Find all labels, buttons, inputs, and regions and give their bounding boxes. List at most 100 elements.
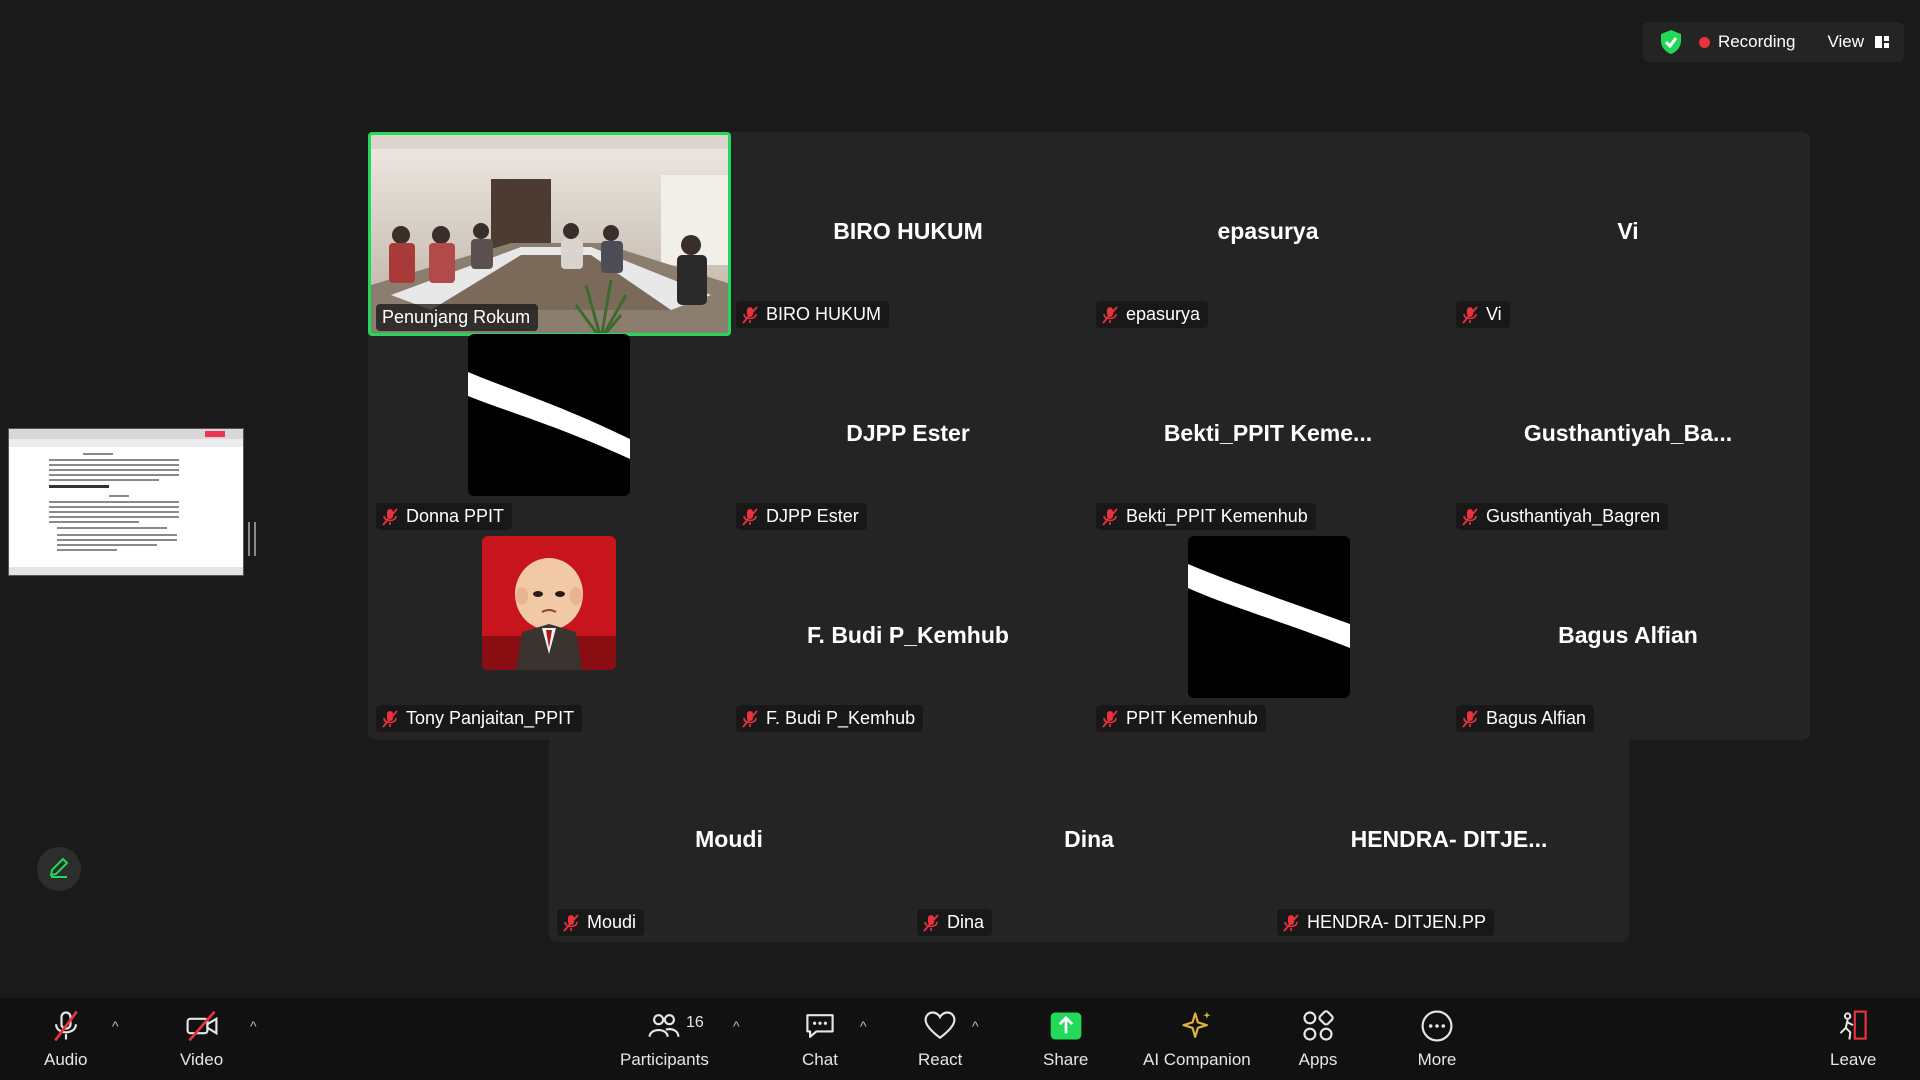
view-button[interactable]: View: [1827, 32, 1890, 52]
meeting-toolbar: Audio ^ Video ^ Participants 16 ^ Chat ^…: [0, 998, 1920, 1080]
mic-muted-icon: [742, 305, 758, 324]
participant-tile[interactable]: Vi Vi: [1448, 132, 1808, 334]
participant-display-name: epasurya: [1217, 218, 1319, 244]
participant-tile[interactable]: Penunjang Rokum: [368, 132, 731, 336]
participant-name-label: Penunjang Rokum: [376, 304, 539, 331]
recording-indicator[interactable]: Recording: [1698, 32, 1796, 52]
react-options-caret-icon[interactable]: ^: [972, 1018, 979, 1034]
ai-companion-button[interactable]: AI Companion: [1143, 1006, 1251, 1076]
avatar: [1188, 536, 1350, 698]
mic-muted-icon: [1462, 507, 1478, 526]
participant-name-label: PPIT Kemenhub: [1096, 705, 1266, 732]
more-label: More: [1417, 1050, 1457, 1069]
leave-label: Leave: [1830, 1050, 1877, 1069]
meeting-top-bar: Recording View: [1642, 22, 1904, 62]
participants-options-caret-icon[interactable]: ^: [733, 1018, 740, 1034]
participants-label: Participants: [620, 1050, 709, 1069]
apps-label: Apps: [1298, 1050, 1338, 1069]
audio-button[interactable]: Audio: [44, 1006, 87, 1076]
video-button[interactable]: Video: [180, 1006, 223, 1076]
participant-display-name: Bekti_PPIT Keme...: [1163, 420, 1373, 446]
participant-display-name: F. Budi P_Kemhub: [807, 622, 1009, 648]
participant-tile[interactable]: Bekti_PPIT Keme... Bekti_PPIT Kemenhub: [1088, 334, 1448, 536]
participant-display-name: Vi: [1617, 218, 1639, 244]
apps-icon: [1298, 1006, 1338, 1046]
leave-icon: [1833, 1006, 1873, 1046]
participant-name-label: BIRO HUKUM: [736, 301, 890, 328]
participant-tile[interactable]: Donna PPIT: [368, 334, 728, 536]
mic-muted-icon: [742, 709, 758, 728]
mic-muted-icon: [563, 913, 579, 932]
ai-companion-label: AI Companion: [1143, 1050, 1251, 1069]
participant-display-name: BIRO HUKUM: [833, 218, 983, 244]
video-label: Video: [180, 1050, 224, 1069]
heart-icon: [920, 1006, 960, 1046]
participant-tile[interactable]: PPIT Kemenhub: [1088, 536, 1448, 738]
sparkle-icon: [1177, 1006, 1217, 1046]
participant-tile[interactable]: epasurya epasurya: [1088, 132, 1448, 334]
gallery-grid-icon: [1874, 34, 1890, 50]
video-gallery-last-row: Moudi Moudi Dina Dina HENDRA- DITJE... H…: [549, 740, 1629, 942]
audio-label: Audio: [44, 1050, 88, 1069]
recording-dot-icon: [1698, 36, 1710, 48]
chat-options-caret-icon[interactable]: ^: [860, 1018, 867, 1034]
participant-tile[interactable]: BIRO HUKUM BIRO HUKUM: [728, 132, 1088, 334]
participant-name-label: F. Budi P_Kemhub: [736, 705, 924, 732]
mic-muted-icon: [1462, 709, 1478, 728]
video-gallery: Penunjang Rokum BIRO HUKUM BIRO HUKUM ep…: [368, 132, 1810, 740]
participant-name-label: Bagus Alfian: [1456, 705, 1595, 732]
participant-tile[interactable]: Moudi Moudi: [549, 740, 909, 942]
chat-icon: [800, 1006, 840, 1046]
view-label: View: [1827, 32, 1864, 51]
participant-name-label: epasurya: [1096, 301, 1209, 328]
participant-name-label: Bekti_PPIT Kemenhub: [1096, 503, 1316, 530]
avatar: [482, 536, 616, 670]
annotate-button[interactable]: [37, 847, 81, 891]
react-button[interactable]: React: [918, 1006, 962, 1076]
participant-name-label: Donna PPIT: [376, 503, 513, 530]
participant-tile[interactable]: DJPP Ester DJPP Ester: [728, 334, 1088, 536]
participant-display-name: Dina: [1064, 826, 1114, 852]
chat-label: Chat: [802, 1050, 838, 1069]
mic-muted-icon: [382, 709, 398, 728]
mic-muted-icon: [1102, 507, 1118, 526]
mic-muted-icon: [1462, 305, 1478, 324]
more-button[interactable]: More: [1417, 1006, 1457, 1076]
leave-button[interactable]: Leave: [1830, 1006, 1876, 1076]
mic-muted-icon: [382, 507, 398, 526]
video-options-caret-icon[interactable]: ^: [250, 1018, 257, 1034]
react-label: React: [918, 1050, 963, 1069]
participant-tile[interactable]: Tony Panjaitan_PPIT: [368, 536, 728, 738]
more-icon: [1417, 1006, 1457, 1046]
participant-name-label: Gusthantiyah_Bagren: [1456, 503, 1669, 530]
participant-name-label: Dina: [917, 909, 993, 936]
video-off-icon: [182, 1006, 222, 1046]
participant-name-label: HENDRA- DITJEN.PP: [1277, 909, 1495, 936]
mic-muted-icon: [742, 507, 758, 526]
participant-name-label: Moudi: [557, 909, 645, 936]
mic-muted-icon: [1283, 913, 1299, 932]
shared-screen-thumbnail[interactable]: [8, 428, 244, 576]
shield-check-icon[interactable]: [1657, 28, 1685, 56]
participant-tile[interactable]: Dina Dina: [909, 740, 1269, 942]
participant-display-name: DJPP Ester: [846, 420, 970, 446]
participant-tile[interactable]: F. Budi P_Kemhub F. Budi P_Kemhub: [728, 536, 1088, 738]
share-button[interactable]: Share: [1043, 1006, 1088, 1076]
share-label: Share: [1043, 1050, 1089, 1069]
participant-display-name: Moudi: [695, 826, 763, 852]
chat-button[interactable]: Chat: [800, 1006, 840, 1076]
participant-tile[interactable]: Gusthantiyah_Ba... Gusthantiyah_Bagren: [1448, 334, 1808, 536]
thumbnail-drag-handle[interactable]: [248, 522, 256, 556]
avatar: [468, 334, 630, 496]
pencil-icon: [47, 855, 71, 884]
participants-icon: [644, 1006, 684, 1046]
participant-tile[interactable]: HENDRA- DITJE... HENDRA- DITJEN.PP: [1269, 740, 1629, 942]
participant-name-label: Tony Panjaitan_PPIT: [376, 705, 583, 732]
audio-options-caret-icon[interactable]: ^: [112, 1018, 119, 1034]
participant-tile[interactable]: Bagus Alfian Bagus Alfian: [1448, 536, 1808, 738]
participant-name-label: Vi: [1456, 301, 1510, 328]
participant-display-name: HENDRA- DITJE...: [1350, 826, 1548, 852]
recording-label: Recording: [1717, 32, 1796, 51]
apps-button[interactable]: Apps: [1298, 1006, 1338, 1076]
mic-muted-icon: [923, 913, 939, 932]
